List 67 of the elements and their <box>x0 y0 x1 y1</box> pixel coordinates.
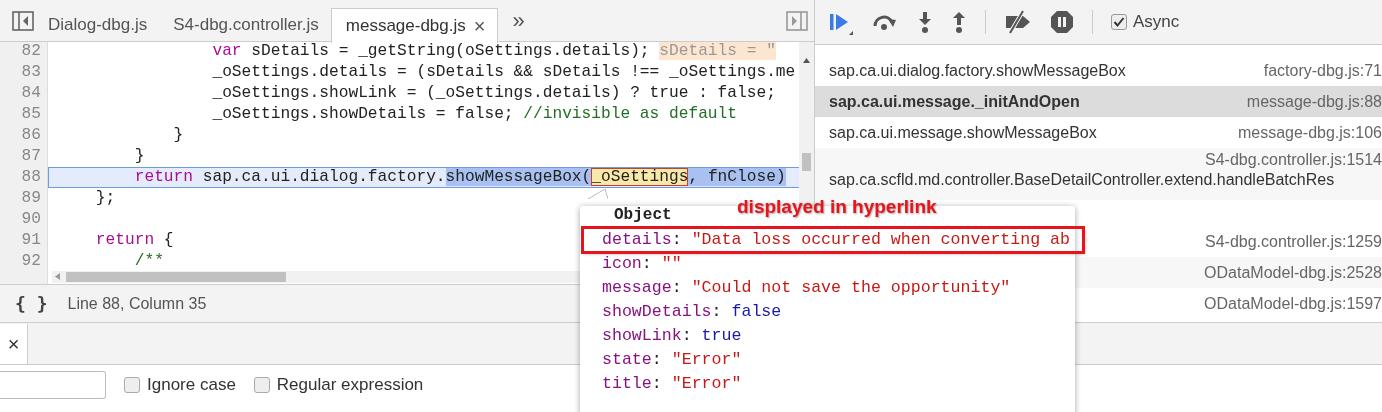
code-line: return { <box>94 230 174 252</box>
line-number: 86 <box>20 124 42 146</box>
frame-location[interactable]: message-dbg.js:88 <box>1246 92 1382 111</box>
deactivate-breakpoints-icon[interactable] <box>1004 10 1032 34</box>
function-name: sap.ca.ui.dialog.factory.showMessageBox <box>829 61 1126 80</box>
function-name: sap.ca.scfld.md.controller.BaseDetailController.extend.handleBatchRes <box>829 171 1336 189</box>
line-number: 84 <box>20 82 42 104</box>
checkbox-label: Async <box>1133 12 1180 32</box>
line-number: 82 <box>20 42 42 62</box>
checkbox-label: Regular expression <box>276 375 424 395</box>
scrollbar-thumb[interactable] <box>802 153 811 171</box>
line-number: 83 <box>20 61 42 83</box>
frame-location[interactable]: ODataModel-dbg.js:2528 <box>1204 263 1382 282</box>
cursor-position: Line 88, Column 35 <box>67 294 207 313</box>
option-checkbox[interactable] <box>124 377 140 393</box>
toggle-debugger-icon[interactable] <box>786 9 808 32</box>
code-line: } <box>133 145 145 167</box>
code-line: _oSettings.showLink = (_oSettings.details) ? true : false; <box>211 82 776 104</box>
code-line: _oSettings.showDetails = false; //invisible as default <box>211 103 737 125</box>
close-tab-icon[interactable]: × <box>473 14 486 38</box>
function-name: sap.ca.ui.message._initAndOpen <box>829 92 1080 111</box>
scroll-up-icon[interactable] <box>803 58 810 63</box>
pretty-print-button[interactable]: { } <box>15 293 48 315</box>
line-number: 90 <box>20 209 42 231</box>
toggle-navigator-icon[interactable] <box>12 9 34 32</box>
step-into-icon[interactable] <box>917 10 933 34</box>
frame-location[interactable]: S4-dbg.controller.js:1259 <box>1205 232 1382 251</box>
file-tab[interactable]: message-dbg.js × <box>330 8 499 43</box>
line-number: 88 <box>20 167 42 189</box>
async-checkbox[interactable] <box>1111 14 1127 30</box>
code-line: } <box>172 124 184 146</box>
frame-location[interactable]: ODataModel-dbg.js:1597 <box>1204 294 1382 313</box>
annotation-label: displayed in hyperlink <box>737 197 937 217</box>
object-property: state: "Error" <box>601 349 743 371</box>
more-tabs-button[interactable]: » <box>512 7 525 34</box>
checkbox-label: Ignore case <box>147 375 236 395</box>
call-frame[interactable]: sap.ca.ui.message.showMessageBox message-dbg.js:106 <box>815 117 1382 148</box>
close-drawer-button[interactable]: × <box>0 324 28 364</box>
line-number: 85 <box>20 103 42 125</box>
object-property: showDetails: false <box>601 301 783 323</box>
line-number: 91 <box>20 230 42 252</box>
code-line: /** <box>133 251 164 273</box>
file-tab[interactable]: S4-dbg.controller.js <box>159 8 331 42</box>
object-property: details: "Data loss occurred when converting ab <box>583 228 1083 252</box>
code-line: var sDetails = _getString(oSettings.details); sDetails = " <box>211 42 776 62</box>
popover-pointer <box>588 189 608 199</box>
line-number: 89 <box>20 188 42 210</box>
step-out-icon[interactable] <box>951 10 967 34</box>
function-name: sap.ca.ui.message.showMessageBox <box>829 123 1097 142</box>
line-number: 87 <box>20 145 42 167</box>
search-field[interactable] <box>0 371 106 399</box>
call-frame[interactable]: sap.ca.ui.message._initAndOpen message-dbg.js:88 <box>815 86 1382 117</box>
code-line: }; <box>94 188 116 210</box>
frame-location[interactable]: message-dbg.js:106 <box>1237 123 1382 142</box>
object-property: showLink: true <box>601 325 743 347</box>
frame-location[interactable]: factory-dbg.js:71 <box>1263 61 1382 80</box>
file-tab[interactable]: Dialog-dbg.js <box>34 8 160 42</box>
object-property: title: "Error" <box>601 373 743 395</box>
call-frame[interactable]: sap.ca.ui.dialog.factory.showMessageBox factory-dbg.js:71 <box>815 55 1382 86</box>
option-checkbox[interactable] <box>253 377 270 393</box>
code-line: _oSettings.details = (sDetails && sDetails !== _oSettings.me <box>211 61 796 83</box>
pause-exceptions-icon[interactable] <box>1050 10 1074 34</box>
popover-title: Object <box>614 206 672 226</box>
frame-location[interactable]: S4-dbg.controller.js:1514 <box>1205 151 1382 169</box>
line-number: 92 <box>20 251 42 273</box>
object-property: icon: "" <box>601 253 683 275</box>
call-frame[interactable]: S4-dbg.controller.js:1514 sap.ca.scfld.md.controller.BaseDetailController.extend.handleBatchRes <box>815 148 1382 200</box>
